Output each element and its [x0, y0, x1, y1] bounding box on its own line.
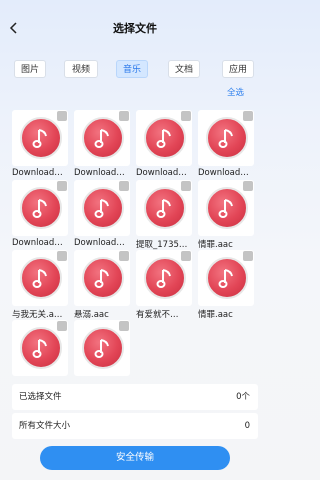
select-checkbox[interactable] — [57, 251, 67, 261]
total-size-label: 所有文件大小 — [19, 421, 71, 431]
file-name: Download… — [74, 168, 125, 178]
file-thumbnail[interactable] — [198, 180, 254, 236]
music-file-icon — [82, 187, 124, 229]
file-name: Download… — [12, 168, 63, 178]
file-thumbnail[interactable] — [74, 320, 130, 376]
file-item[interactable]: Download… — [12, 110, 68, 180]
tab-documents[interactable]: 文档 — [168, 60, 200, 78]
tab-videos[interactable]: 视频 — [64, 60, 98, 78]
select-checkbox[interactable] — [243, 251, 253, 261]
tab-music[interactable]: 音乐 — [116, 60, 148, 78]
file-thumbnail[interactable] — [198, 250, 254, 306]
file-thumbnail[interactable] — [12, 320, 68, 376]
music-file-icon — [82, 327, 124, 369]
file-item[interactable] — [74, 320, 130, 390]
select-checkbox[interactable] — [243, 181, 253, 191]
file-item[interactable]: Download… — [12, 180, 68, 250]
music-file-icon — [206, 117, 248, 159]
file-thumbnail[interactable] — [198, 110, 254, 166]
select-checkbox[interactable] — [243, 111, 253, 121]
file-thumbnail[interactable] — [136, 180, 192, 236]
select-checkbox[interactable] — [119, 251, 129, 261]
select-checkbox[interactable] — [119, 321, 129, 331]
file-item[interactable]: 情罪.aac — [198, 180, 254, 250]
file-item[interactable]: 情罪.aac — [198, 250, 254, 320]
select-checkbox[interactable] — [181, 111, 191, 121]
select-checkbox[interactable] — [57, 321, 67, 331]
page-title: 选择文件 — [113, 22, 157, 35]
select-checkbox[interactable] — [119, 111, 129, 121]
file-thumbnail[interactable] — [12, 250, 68, 306]
music-file-icon — [82, 257, 124, 299]
file-thumbnail[interactable] — [74, 180, 130, 236]
file-name: Download… — [198, 168, 249, 178]
select-checkbox[interactable] — [181, 181, 191, 191]
file-thumbnail[interactable] — [136, 110, 192, 166]
file-name: Download… — [74, 238, 125, 248]
file-item[interactable]: Download… — [136, 110, 192, 180]
music-file-icon — [20, 257, 62, 299]
file-item[interactable]: 与我无关.a… — [12, 250, 68, 320]
selected-files-label: 已选择文件 — [19, 392, 62, 402]
file-thumbnail[interactable] — [74, 110, 130, 166]
file-item[interactable]: Download… — [198, 110, 254, 180]
file-thumbnail[interactable] — [12, 110, 68, 166]
file-thumbnail[interactable] — [136, 250, 192, 306]
select-all-button[interactable]: 全选 — [227, 86, 244, 98]
select-checkbox[interactable] — [119, 181, 129, 191]
file-name: 与我无关.a… — [12, 310, 63, 320]
music-file-icon — [20, 187, 62, 229]
select-checkbox[interactable] — [181, 251, 191, 261]
selected-files-count: 0个 — [236, 392, 250, 402]
music-file-icon — [206, 257, 248, 299]
music-file-icon — [20, 117, 62, 159]
secure-transfer-button[interactable]: 安全传输 — [40, 446, 230, 470]
file-thumbnail[interactable] — [74, 250, 130, 306]
tab-apps[interactable]: 应用 — [222, 60, 254, 78]
file-thumbnail[interactable] — [12, 180, 68, 236]
selected-files-row: 已选择文件 0个 — [12, 384, 258, 410]
select-checkbox[interactable] — [57, 181, 67, 191]
file-name: 情罪.aac — [198, 310, 233, 320]
music-file-icon — [206, 187, 248, 229]
music-file-icon — [144, 117, 186, 159]
file-item[interactable]: Download… — [74, 180, 130, 250]
file-item[interactable]: 悬溺.aac — [74, 250, 130, 320]
file-name: 有爱就不… — [136, 310, 179, 320]
total-size-row: 所有文件大小 0 — [12, 413, 258, 439]
music-file-icon — [20, 327, 62, 369]
file-item[interactable]: 有爱就不… — [136, 250, 192, 320]
tab-images[interactable]: 图片 — [14, 60, 46, 78]
file-name: 悬溺.aac — [74, 310, 109, 320]
file-name: Download… — [136, 168, 187, 178]
music-file-icon — [82, 117, 124, 159]
music-file-icon — [144, 257, 186, 299]
select-checkbox[interactable] — [57, 111, 67, 121]
category-tabs: 图片 视频 音乐 文档 应用 — [0, 60, 270, 80]
file-item[interactable] — [12, 320, 68, 390]
file-name: Download… — [12, 238, 63, 248]
file-name: 提取_1735… — [136, 240, 188, 250]
music-file-icon — [144, 187, 186, 229]
total-size-value: 0 — [244, 421, 250, 431]
file-item[interactable]: Download… — [74, 110, 130, 180]
header: 选择文件 — [0, 14, 270, 42]
file-item[interactable]: 提取_1735… — [136, 180, 192, 250]
file-name: 情罪.aac — [198, 240, 233, 250]
